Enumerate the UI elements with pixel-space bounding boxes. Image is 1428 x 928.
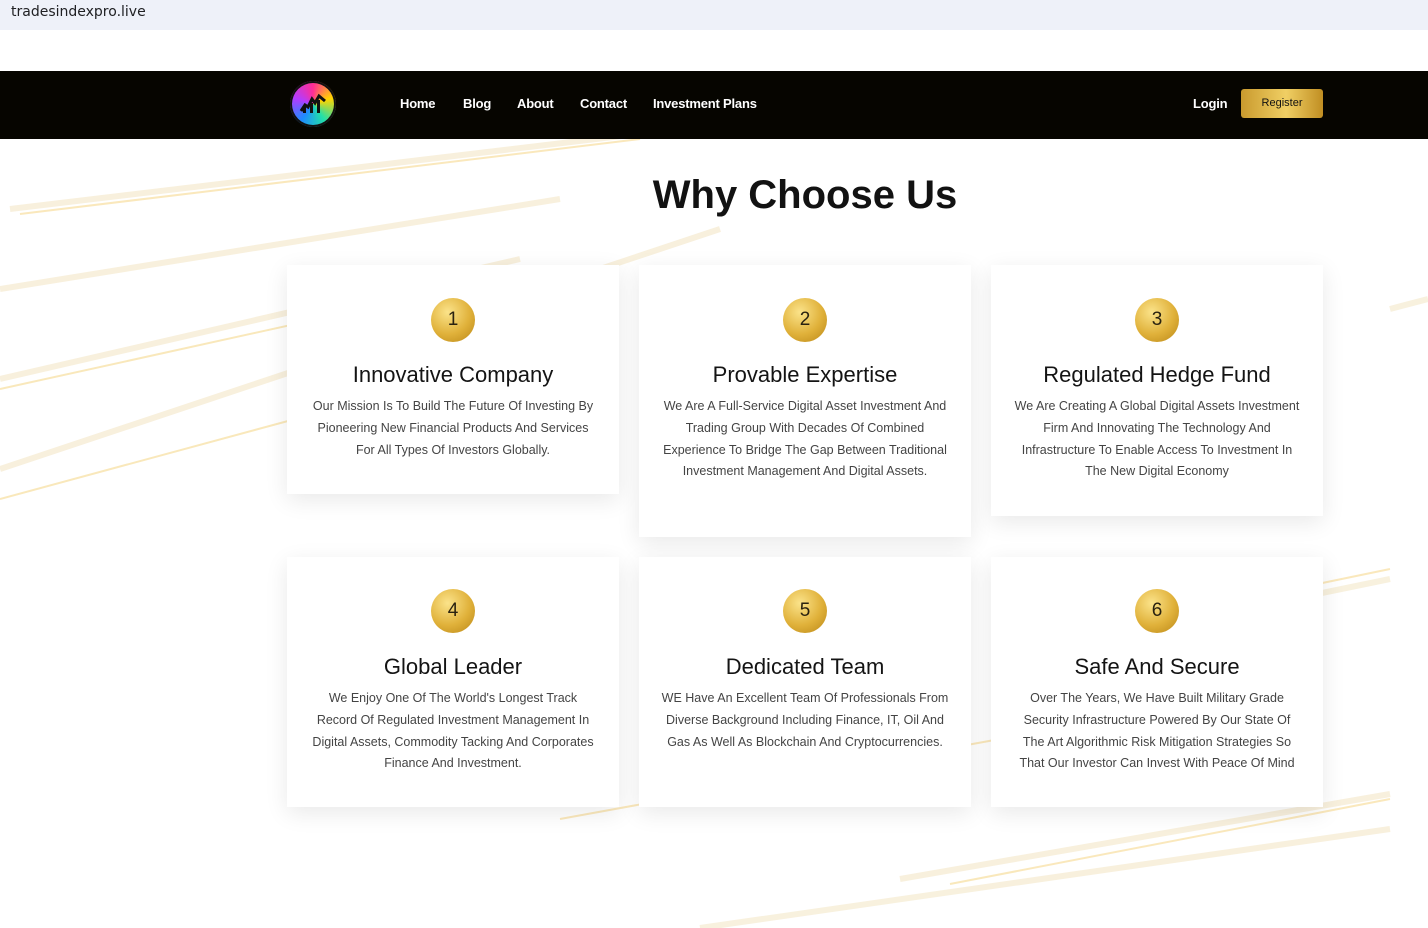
card-text: We Enjoy One Of The World's Longest Trac… (312, 691, 594, 771)
bull-chart-icon (299, 93, 326, 113)
card-title: Dedicated Team (725, 654, 885, 679)
card-text: Our Mission Is To Build The Future Of In… (312, 399, 594, 457)
number-badge: 3 (1135, 298, 1179, 342)
site-logo[interactable] (290, 81, 336, 127)
nav-investment-plans[interactable]: Investment Plans (653, 96, 757, 111)
feature-card: 2 Provable Expertise We Are A Full-Servi… (639, 265, 971, 537)
register-button[interactable]: Register (1241, 89, 1323, 118)
nav-blog[interactable]: Blog (463, 96, 491, 111)
feature-card: 6 Safe And Secure Over The Years, We Hav… (991, 557, 1323, 807)
feature-card: 3 Regulated Hedge Fund We Are Creating A… (991, 265, 1323, 516)
browser-address-bar[interactable]: tradesindexpro.live (0, 0, 1428, 30)
card-title: Global Leader (383, 654, 523, 679)
number-badge: 2 (783, 298, 827, 342)
number-badge: 4 (431, 589, 475, 633)
login-link[interactable]: Login (1193, 96, 1228, 111)
card-text: We Are Creating A Global Digital Assets … (1014, 399, 1300, 479)
card-title: Innovative Company (352, 362, 554, 387)
url-text: tradesindexpro.live (11, 4, 146, 20)
feature-card: 1 Innovative Company Our Mission Is To B… (287, 265, 619, 494)
nav-home[interactable]: Home (400, 96, 436, 111)
nav-contact[interactable]: Contact (580, 96, 627, 111)
nav-about[interactable]: About (517, 96, 554, 111)
feature-card: 5 Dedicated Team WE Have An Excellent Te… (639, 557, 971, 807)
section-title: Why Choose Us (652, 173, 958, 217)
card-title: Provable Expertise (712, 362, 898, 387)
card-text: WE Have An Excellent Team Of Professiona… (661, 691, 949, 749)
feature-card: 4 Global Leader We Enjoy One Of The Worl… (287, 557, 619, 807)
number-badge: 5 (783, 589, 827, 633)
card-text: We Are A Full-Service Digital Asset Inve… (663, 399, 947, 479)
card-title: Safe And Secure (1074, 654, 1240, 679)
card-title: Regulated Hedge Fund (1043, 362, 1271, 387)
card-text: Over The Years, We Have Built Military G… (1019, 691, 1295, 771)
number-badge: 6 (1135, 589, 1179, 633)
number-badge: 1 (431, 298, 475, 342)
